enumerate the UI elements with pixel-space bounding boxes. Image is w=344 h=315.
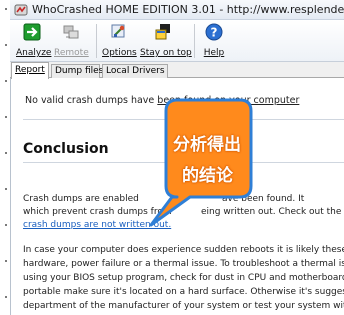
- no-dumps-message: No valid crash dumps have been found on …: [25, 95, 299, 106]
- options-icon: [111, 24, 125, 38]
- reboot-line-1: In case your computer does experience su…: [23, 245, 344, 255]
- no-dumps-link: been found on your computer: [157, 95, 300, 106]
- help-button[interactable]: ? Help: [200, 22, 228, 60]
- tab-report-label: Report: [15, 65, 45, 75]
- para1-line1-start: Crash dumps are enabled: [23, 194, 139, 204]
- reboot-line-2: hardware, power failure or a thermal iss…: [23, 259, 344, 269]
- svg-text:?: ?: [211, 26, 218, 40]
- toolbar-separator: [194, 24, 195, 58]
- tab-dump-files[interactable]: Dump files: [51, 64, 104, 78]
- no-dumps-text: No valid crash dumps have: [25, 95, 158, 106]
- app-icon: [14, 4, 28, 16]
- window-edge: [0, 0, 10, 315]
- para1-line2-end: eing written out. Check out the follow: [201, 207, 344, 217]
- remote-icon: [63, 25, 79, 39]
- tab-dump-files-label: Dump files: [55, 66, 104, 76]
- remote-label: Remote: [54, 48, 89, 58]
- app-window: WhoCrashed HOME EDITION 3.01 - http://ww…: [10, 0, 344, 315]
- stay-on-top-icon: [155, 24, 170, 40]
- para1-line2-start: which prevent crash dumps from: [23, 207, 172, 217]
- analyze-button[interactable]: Analyze: [16, 22, 52, 60]
- tab-local-drivers-label: Local Drivers: [106, 66, 165, 76]
- conclusion-line-1: Crash dumps are enabled ave been found. …: [23, 193, 304, 206]
- analyze-icon: [23, 23, 41, 41]
- reboot-line-5: department of the manufacturer of your s…: [23, 301, 344, 311]
- stay-on-top-label: Stay on top: [140, 48, 192, 58]
- reboot-line-4: portable make sure it's located on a har…: [23, 287, 344, 297]
- toolbar: Analyze Remote Options Stay on top ? Hel…: [10, 20, 344, 62]
- analyze-label: Analyze: [16, 48, 52, 58]
- remote-button[interactable]: Remote: [54, 22, 89, 60]
- toolbar-separator: [96, 24, 97, 58]
- stay-on-top-button[interactable]: Stay on top: [140, 22, 192, 60]
- title-bar: WhoCrashed HOME EDITION 3.01 - http://ww…: [10, 0, 344, 20]
- tab-local-drivers[interactable]: Local Drivers: [102, 64, 168, 78]
- options-button[interactable]: Options: [102, 22, 137, 60]
- reboot-line-3: using your BIOS setup program, check for…: [23, 273, 344, 283]
- callout-line-1: 分析得出: [173, 135, 241, 155]
- conclusion-heading: Conclusion: [23, 141, 109, 157]
- report-pane[interactable]: No valid crash dumps have been found on …: [10, 78, 344, 315]
- callout-line-2: 的结论: [182, 166, 233, 186]
- help-label: Help: [203, 48, 225, 58]
- tab-report[interactable]: Report: [11, 62, 49, 79]
- options-label: Options: [102, 48, 137, 58]
- para1-line1-end: ave been found. It: [222, 194, 305, 204]
- tab-bar: Report Dump files Local Drivers: [10, 62, 344, 79]
- conclusion-line-3: crash dumps are not written out.: [23, 219, 171, 232]
- help-icon: ?: [205, 23, 223, 41]
- divider: [23, 119, 344, 120]
- window-title: WhoCrashed HOME EDITION 3.01 - http://ww…: [32, 3, 344, 16]
- crash-dumps-link[interactable]: crash dumps are not written out.: [23, 220, 171, 230]
- conclusion-line-2: which prevent crash dumps from eing writ…: [23, 206, 344, 219]
